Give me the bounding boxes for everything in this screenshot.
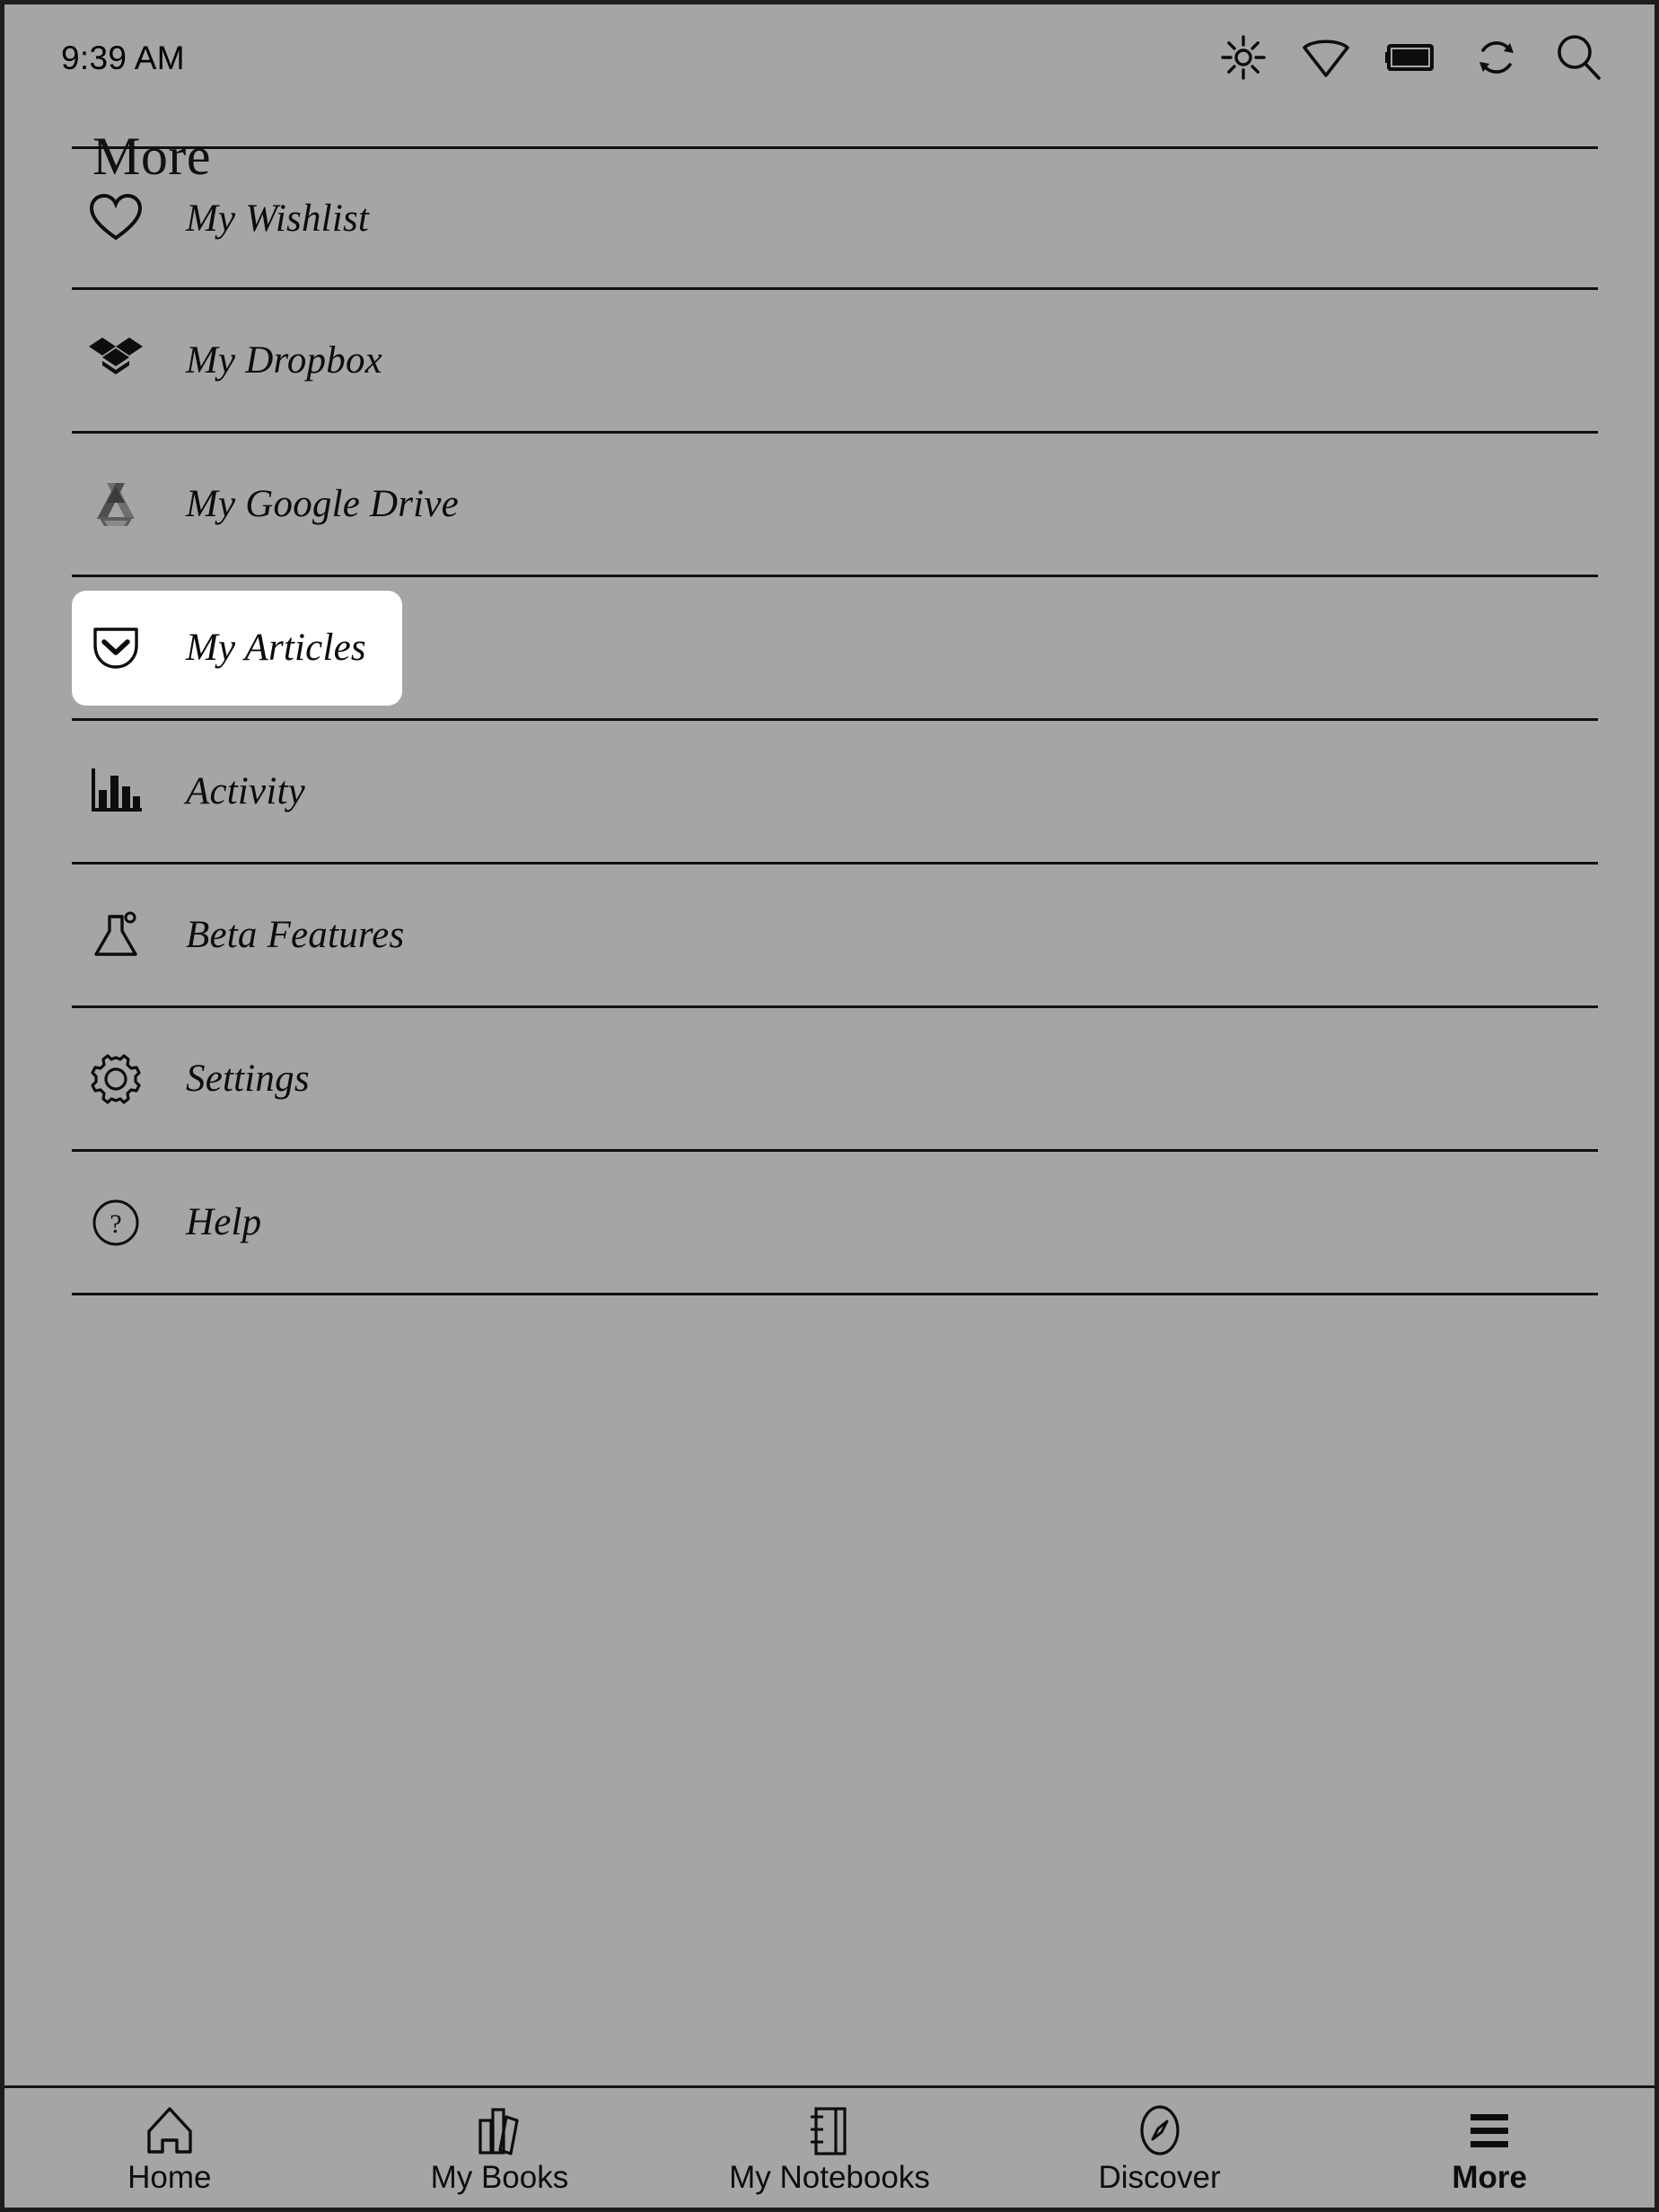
- menu-item-label: My Articles: [186, 627, 366, 669]
- wifi-icon[interactable]: [1301, 36, 1351, 79]
- flask-icon: [88, 908, 144, 963]
- menu-item-beta-features[interactable]: Beta Features: [72, 865, 1598, 1008]
- status-icon-group: [1220, 32, 1604, 83]
- pocket-icon: [88, 620, 144, 676]
- menu-item-label: Help: [186, 1201, 262, 1243]
- bar-chart-icon: [88, 764, 144, 820]
- menu-item-my-wishlist[interactable]: My Wishlist: [72, 146, 1598, 290]
- status-bar: 9:39 AM: [4, 4, 1655, 110]
- menu-item-settings[interactable]: Settings: [72, 1008, 1598, 1152]
- bottom-navigation-bar: Home My Books My Notebooks Discover More: [4, 2085, 1655, 2208]
- search-icon[interactable]: [1554, 32, 1604, 83]
- hamburger-icon: [1462, 2102, 1517, 2158]
- nav-item-my-books[interactable]: My Books: [335, 2088, 665, 2208]
- question-circle-icon: ?: [88, 1195, 144, 1251]
- svg-text:?: ?: [110, 1209, 121, 1239]
- gear-icon: [88, 1051, 144, 1107]
- compass-icon: [1134, 2102, 1186, 2158]
- dropbox-icon: [88, 333, 144, 389]
- books-icon: [471, 2102, 527, 2158]
- heart-icon: [88, 190, 144, 246]
- menu-item-label: My Dropbox: [186, 339, 382, 382]
- menu-item-help[interactable]: ? Help: [72, 1152, 1598, 1295]
- menu-item-my-google-drive[interactable]: My Google Drive: [72, 434, 1598, 577]
- e-reader-screen: 9:39 AM More My Wishlist My Dropbox My G…: [0, 0, 1659, 2212]
- nav-item-label: My Notebooks: [729, 2160, 930, 2195]
- google-drive-icon: [88, 477, 144, 532]
- menu-item-label: Settings: [186, 1058, 310, 1100]
- notebook-icon: [802, 2102, 857, 2158]
- nav-item-discover[interactable]: Discover: [995, 2088, 1325, 2208]
- menu-item-label: My Wishlist: [186, 197, 370, 240]
- nav-item-home[interactable]: Home: [4, 2088, 335, 2208]
- menu-item-label: My Google Drive: [186, 483, 459, 525]
- nav-item-label: My Books: [430, 2160, 569, 2195]
- nav-item-my-notebooks[interactable]: My Notebooks: [664, 2088, 995, 2208]
- battery-icon[interactable]: [1385, 42, 1439, 73]
- home-icon: [142, 2102, 198, 2158]
- nav-item-label: More: [1452, 2160, 1527, 2195]
- menu-item-label: Activity: [186, 770, 305, 812]
- more-menu-list: My Wishlist My Dropbox My Google Drive M…: [72, 146, 1598, 1295]
- nav-item-label: Home: [127, 2160, 212, 2195]
- menu-item-my-articles[interactable]: My Articles: [72, 577, 1598, 721]
- nav-item-label: Discover: [1098, 2160, 1221, 2195]
- menu-item-activity[interactable]: Activity: [72, 721, 1598, 865]
- sync-icon[interactable]: [1473, 34, 1520, 81]
- selected-highlight-card: My Articles: [72, 590, 402, 706]
- status-clock: 9:39 AM: [61, 39, 185, 76]
- menu-item-my-dropbox[interactable]: My Dropbox: [72, 290, 1598, 434]
- nav-item-more[interactable]: More: [1324, 2088, 1655, 2208]
- brightness-icon[interactable]: [1220, 34, 1267, 81]
- menu-item-label: Beta Features: [186, 914, 405, 956]
